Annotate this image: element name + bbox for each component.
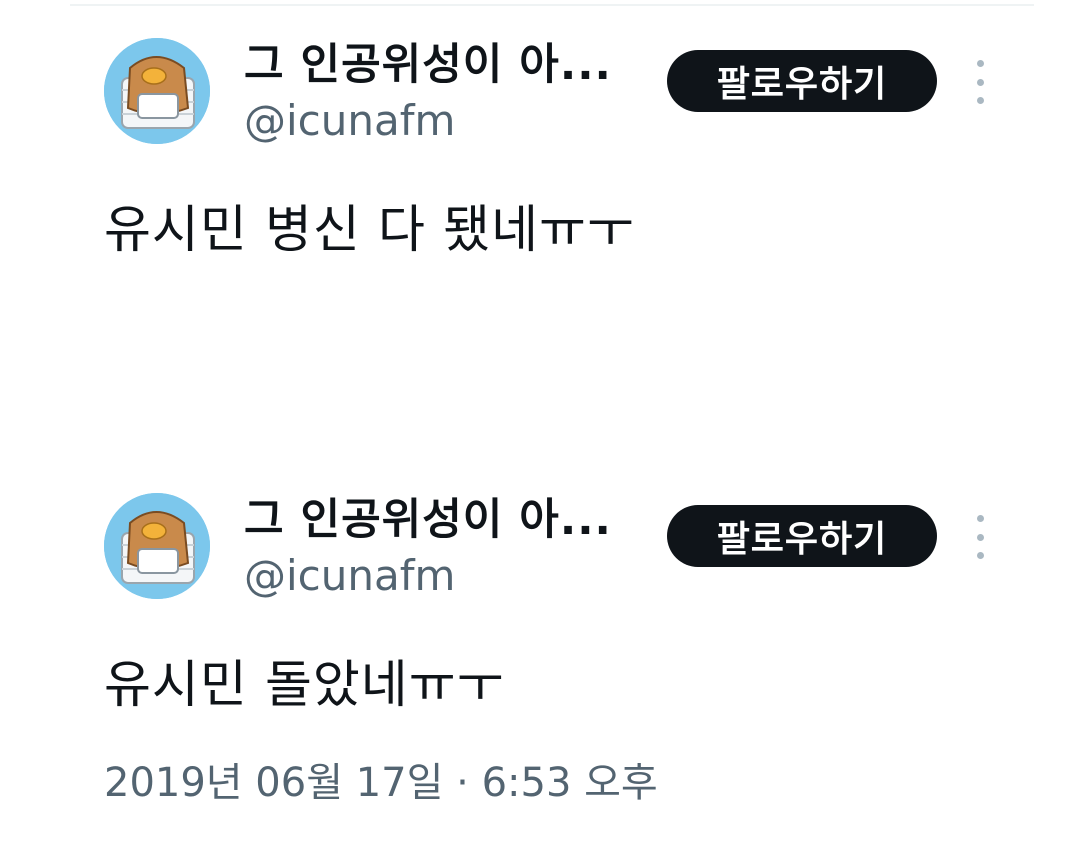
follow-button[interactable]: 팔로우하기 — [667, 50, 937, 112]
tweet-text: 유시민 병신 다 됐네ㅠㅜ — [104, 201, 635, 260]
tweet-text: 유시민 돌았네ㅠㅜ — [104, 656, 505, 715]
display-name[interactable]: 그 인공위성이 아... — [244, 485, 612, 547]
avatar[interactable] — [104, 493, 210, 599]
user-handle[interactable]: @icunafm — [244, 96, 455, 145]
more-vertical-icon[interactable] — [966, 60, 994, 104]
user-handle[interactable]: @icunafm — [244, 551, 455, 600]
follow-button[interactable]: 팔로우하기 — [667, 505, 937, 567]
display-name[interactable]: 그 인공위성이 아... — [244, 30, 612, 92]
tweet-timestamp[interactable]: 2019년 06월 17일 · 6:53 오후 — [104, 750, 658, 808]
avatar[interactable] — [104, 38, 210, 144]
toast-bread-avatar-icon — [104, 493, 210, 599]
more-vertical-icon[interactable] — [966, 515, 994, 559]
top-divider — [70, 4, 1034, 6]
toast-bread-avatar-icon — [104, 38, 210, 144]
